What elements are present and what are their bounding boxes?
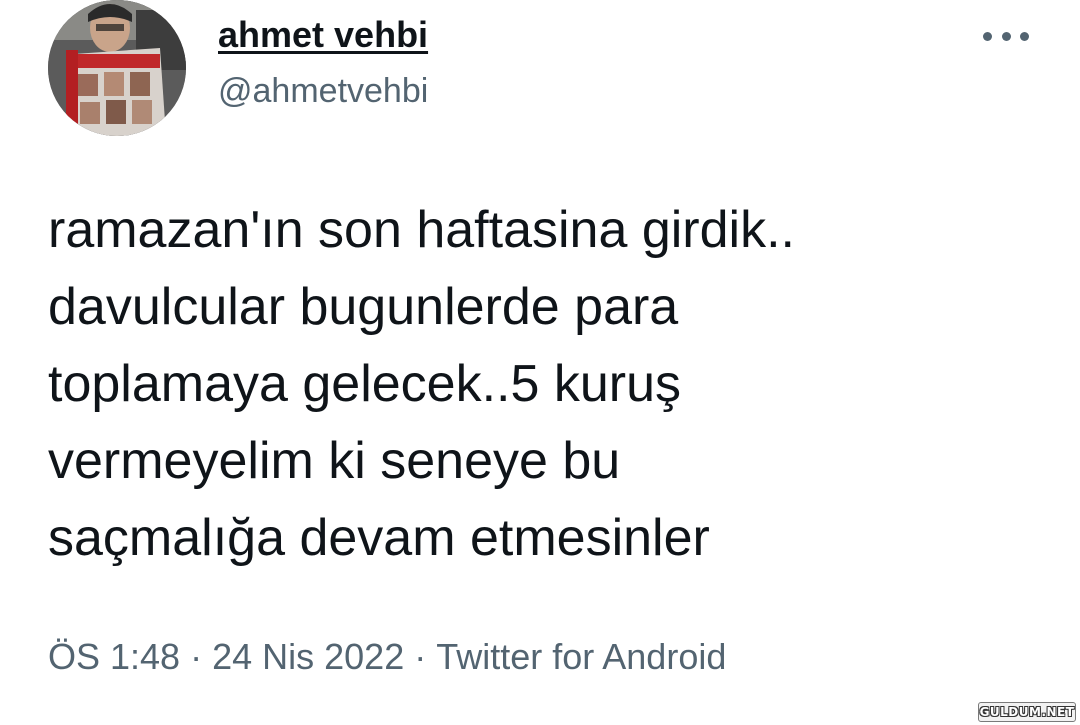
avatar[interactable]: [48, 0, 186, 136]
tweet-text-line: toplamaya gelecek..5 kuruş: [48, 355, 682, 413]
tweet-source[interactable]: Twitter for Android: [436, 636, 726, 677]
author-display-name[interactable]: ahmet vehbi: [218, 14, 428, 56]
more-dot: [983, 31, 992, 41]
meta-separator: ·: [414, 636, 427, 677]
tweet-meta: ÖS 1:48 · 24 Nis 2022 · Twitter for Android: [48, 636, 726, 678]
author-handle[interactable]: @ahmetvehbi: [218, 72, 428, 111]
meta-separator: ·: [190, 636, 203, 677]
tweet-text-line: davulcular bugunlerde para: [48, 278, 679, 336]
profile-photo-image: [48, 0, 186, 136]
more-dot: [1020, 31, 1029, 41]
tweet-date[interactable]: 24 Nis 2022: [212, 636, 404, 677]
tweet-text-line: saçmalığa devam etmesinler: [48, 509, 710, 567]
tweet-text-line: ramazan'ın son haftasina girdik..: [48, 201, 795, 259]
watermark-logo: GULDUM.NET: [978, 702, 1076, 722]
more-options-icon[interactable]: [980, 22, 1032, 50]
tweet-time[interactable]: ÖS 1:48: [48, 636, 180, 677]
tweet-text: ramazan'ın son haftasina girdik.. davulc…: [48, 192, 1038, 577]
more-dot: [1001, 31, 1011, 41]
tweet-text-line: vermeyelim ki seneye bu: [48, 432, 621, 490]
